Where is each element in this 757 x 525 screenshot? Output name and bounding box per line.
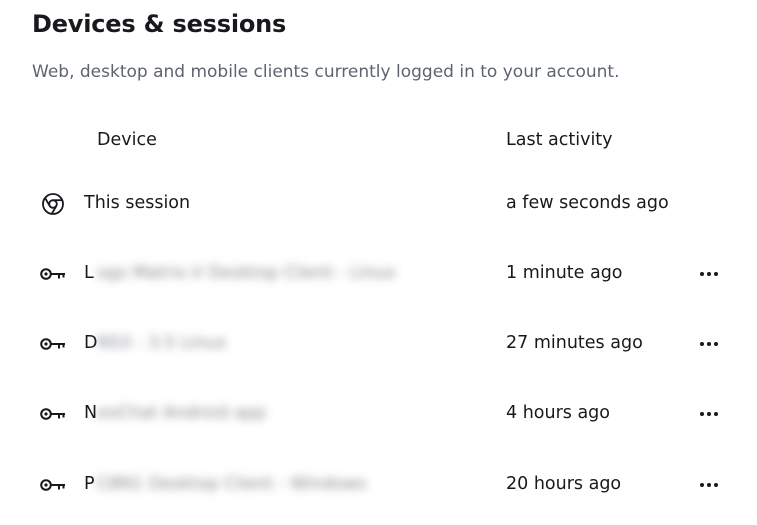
session-row[interactable]: L ogs Matrix.V Desktop Client - Linux 1 …	[0, 254, 757, 294]
key-icon	[39, 473, 67, 497]
session-name: This session	[84, 193, 191, 213]
key-icon	[39, 262, 67, 286]
session-name-redacted: NS3 - 3.5 Linux	[97, 333, 227, 353]
more-options-icon[interactable]	[695, 473, 723, 497]
more-options-icon[interactable]	[695, 402, 723, 426]
session-row[interactable]: D NS3 - 3.5 Linux 27 minutes ago	[0, 324, 757, 364]
devices-sessions-panel: Devices & sessions Web, desktop and mobi…	[0, 0, 757, 525]
page-subtitle: Web, desktop and mobile clients currentl…	[32, 62, 620, 82]
session-name-redacted: eoChat Android app	[97, 403, 267, 423]
session-name-redacted: C8N1 Desktop Client - Windows	[97, 474, 367, 494]
session-name-initial: L	[84, 263, 94, 283]
session-row[interactable]: P C8N1 Desktop Client - Windows 20 hours…	[0, 465, 757, 505]
more-options-icon[interactable]	[695, 332, 723, 356]
session-name-initial: N	[84, 403, 98, 423]
session-name-initial: D	[84, 333, 98, 353]
column-header-last-activity: Last activity	[506, 130, 613, 150]
key-icon	[39, 402, 67, 426]
session-row-current[interactable]: This session a few seconds ago	[0, 184, 757, 224]
session-last-activity: 20 hours ago	[506, 474, 622, 494]
page-title: Devices & sessions	[32, 10, 287, 38]
session-name-redacted: ogs Matrix.V Desktop Client - Linux	[97, 263, 396, 283]
session-last-activity: 4 hours ago	[506, 403, 611, 423]
session-last-activity: 1 minute ago	[506, 263, 623, 283]
session-row[interactable]: N eoChat Android app 4 hours ago	[0, 394, 757, 434]
more-options-icon[interactable]	[695, 262, 723, 286]
column-header-device: Device	[97, 130, 157, 150]
key-icon	[39, 332, 67, 356]
session-last-activity: a few seconds ago	[506, 193, 669, 213]
chrome-icon	[39, 192, 67, 216]
session-last-activity: 27 minutes ago	[506, 333, 643, 353]
session-name-initial: P	[84, 474, 95, 494]
